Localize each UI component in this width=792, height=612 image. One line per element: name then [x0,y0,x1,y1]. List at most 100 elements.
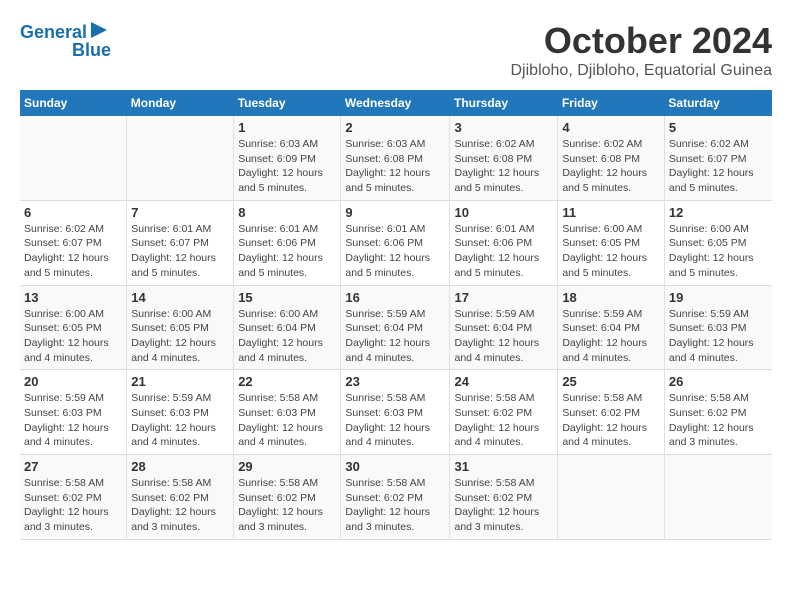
calendar-week-row: 27Sunrise: 5:58 AM Sunset: 6:02 PM Dayli… [20,455,772,540]
day-number: 14 [131,290,229,305]
day-number: 26 [669,374,768,389]
day-number: 10 [454,205,553,220]
day-info: Sunrise: 5:58 AM Sunset: 6:03 PM Dayligh… [345,391,445,450]
calendar-cell [20,116,127,200]
weekday-header: Thursday [450,90,558,116]
day-info: Sunrise: 6:00 AM Sunset: 6:04 PM Dayligh… [238,307,336,366]
day-number: 22 [238,374,336,389]
day-number: 28 [131,459,229,474]
day-number: 17 [454,290,553,305]
calendar-table: SundayMondayTuesdayWednesdayThursdayFrid… [20,90,772,540]
day-number: 6 [24,205,122,220]
day-info: Sunrise: 6:02 AM Sunset: 6:08 PM Dayligh… [562,137,660,196]
day-number: 30 [345,459,445,474]
day-info: Sunrise: 5:59 AM Sunset: 6:04 PM Dayligh… [454,307,553,366]
calendar-cell: 8 Sunrise: 6:01 AM Sunset: 6:06 PM Daylig… [234,200,341,285]
calendar-cell: 3 Sunrise: 6:02 AM Sunset: 6:08 PM Daylig… [450,116,558,200]
day-number: 1 [238,120,336,135]
weekday-header: Monday [127,90,234,116]
day-number: 25 [562,374,660,389]
day-number: 18 [562,290,660,305]
calendar-cell: 7 Sunrise: 6:01 AM Sunset: 6:07 PM Daylig… [127,200,234,285]
day-number: 31 [454,459,553,474]
page-title: October 2024 [511,20,773,62]
day-info: Sunrise: 5:58 AM Sunset: 6:02 PM Dayligh… [345,476,445,535]
day-number: 4 [562,120,660,135]
day-info: Sunrise: 6:01 AM Sunset: 6:06 PM Dayligh… [454,222,553,281]
day-number: 12 [669,205,768,220]
calendar-cell [127,116,234,200]
day-info: Sunrise: 6:02 AM Sunset: 6:07 PM Dayligh… [669,137,768,196]
day-info: Sunrise: 5:59 AM Sunset: 6:04 PM Dayligh… [562,307,660,366]
calendar-cell: 1 Sunrise: 6:03 AM Sunset: 6:09 PM Daylig… [234,116,341,200]
day-number: 21 [131,374,229,389]
calendar-cell: 27Sunrise: 5:58 AM Sunset: 6:02 PM Dayli… [20,455,127,540]
title-block: October 2024 Djibloho, Djibloho, Equator… [511,20,773,80]
calendar-cell: 26 Sunrise: 5:58 AM Sunset: 6:02 PM Dayli… [664,370,772,455]
day-info: Sunrise: 5:58 AM Sunset: 6:03 PM Dayligh… [238,391,336,450]
day-number: 13 [24,290,122,305]
day-number: 3 [454,120,553,135]
day-info: Sunrise: 5:58 AM Sunset: 6:02 PM Dayligh… [238,476,336,535]
day-info: Sunrise: 6:00 AM Sunset: 6:05 PM Dayligh… [562,222,660,281]
calendar-cell [664,455,772,540]
calendar-cell: 14 Sunrise: 6:00 AM Sunset: 6:05 PM Dayli… [127,285,234,370]
day-info: Sunrise: 6:02 AM Sunset: 6:07 PM Dayligh… [24,222,122,281]
day-info: Sunrise: 6:00 AM Sunset: 6:05 PM Dayligh… [131,307,229,366]
day-info: Sunrise: 6:03 AM Sunset: 6:08 PM Dayligh… [345,137,445,196]
day-info: Sunrise: 6:01 AM Sunset: 6:07 PM Dayligh… [131,222,229,281]
calendar-cell: 20Sunrise: 5:59 AM Sunset: 6:03 PM Dayli… [20,370,127,455]
day-info: Sunrise: 5:58 AM Sunset: 6:02 PM Dayligh… [669,391,768,450]
calendar-week-row: 13 Sunrise: 6:00 AM Sunset: 6:05 PM Dayli… [20,285,772,370]
day-info: Sunrise: 5:58 AM Sunset: 6:02 PM Dayligh… [24,476,122,535]
day-info: Sunrise: 6:03 AM Sunset: 6:09 PM Dayligh… [238,137,336,196]
day-info: Sunrise: 6:01 AM Sunset: 6:06 PM Dayligh… [238,222,336,281]
day-info: Sunrise: 5:58 AM Sunset: 6:02 PM Dayligh… [454,476,553,535]
day-number: 20 [24,374,122,389]
day-number: 8 [238,205,336,220]
calendar-cell [558,455,665,540]
weekday-header: Friday [558,90,665,116]
day-number: 16 [345,290,445,305]
day-number: 7 [131,205,229,220]
logo-arrow-icon [91,20,111,40]
calendar-cell: 25 Sunrise: 5:58 AM Sunset: 6:02 PM Dayli… [558,370,665,455]
day-info: Sunrise: 6:02 AM Sunset: 6:08 PM Dayligh… [454,137,553,196]
day-number: 15 [238,290,336,305]
weekday-header: Tuesday [234,90,341,116]
weekday-header: Saturday [664,90,772,116]
day-info: Sunrise: 6:01 AM Sunset: 6:06 PM Dayligh… [345,222,445,281]
day-number: 19 [669,290,768,305]
calendar-cell: 6 Sunrise: 6:02 AM Sunset: 6:07 PM Daylig… [20,200,127,285]
day-number: 2 [345,120,445,135]
logo: General Blue [20,20,111,61]
day-info: Sunrise: 5:58 AM Sunset: 6:02 PM Dayligh… [562,391,660,450]
weekday-header: Sunday [20,90,127,116]
calendar-cell: 13 Sunrise: 6:00 AM Sunset: 6:05 PM Dayli… [20,285,127,370]
calendar-cell: 23 Sunrise: 5:58 AM Sunset: 6:03 PM Dayli… [341,370,450,455]
calendar-cell: 2 Sunrise: 6:03 AM Sunset: 6:08 PM Daylig… [341,116,450,200]
calendar-cell: 10 Sunrise: 6:01 AM Sunset: 6:06 PM Dayli… [450,200,558,285]
day-number: 23 [345,374,445,389]
calendar-cell: 12 Sunrise: 6:00 AM Sunset: 6:05 PM Dayli… [664,200,772,285]
day-info: Sunrise: 6:00 AM Sunset: 6:05 PM Dayligh… [24,307,122,366]
calendar-week-row: 1 Sunrise: 6:03 AM Sunset: 6:09 PM Daylig… [20,116,772,200]
calendar-week-row: 20 Sunrise: 5:59 AM Sunset: 6:03 PM Dayli… [20,370,772,455]
calendar-header-row: SundayMondayTuesdayWednesdayThursdayFrid… [20,90,772,116]
page-subtitle: Djibloho, Djibloho, Equatorial Guinea [511,62,773,80]
day-info: Sunrise: 6:00 AM Sunset: 6:05 PM Dayligh… [669,222,768,281]
calendar-cell: 15 Sunrise: 6:00 AM Sunset: 6:04 PM Dayli… [234,285,341,370]
calendar-cell: 4 Sunrise: 6:02 AM Sunset: 6:08 PM Daylig… [558,116,665,200]
calendar-cell: 28Sunrise: 5:58 AM Sunset: 6:02 PM Dayli… [127,455,234,540]
calendar-cell: 9Sunrise: 6:01 AM Sunset: 6:06 PM Daylig… [341,200,450,285]
calendar-cell: 22 Sunrise: 5:58 AM Sunset: 6:03 PM Dayli… [234,370,341,455]
calendar-cell: 30 Sunrise: 5:58 AM Sunset: 6:02 PM Dayli… [341,455,450,540]
day-number: 24 [454,374,553,389]
calendar-cell: 5 Sunrise: 6:02 AM Sunset: 6:07 PM Daylig… [664,116,772,200]
day-number: 5 [669,120,768,135]
page-header: General Blue October 2024 Djibloho, Djib… [20,20,772,80]
day-info: Sunrise: 5:59 AM Sunset: 6:03 PM Dayligh… [131,391,229,450]
calendar-cell: 29Sunrise: 5:58 AM Sunset: 6:02 PM Dayli… [234,455,341,540]
calendar-cell: 11Sunrise: 6:00 AM Sunset: 6:05 PM Dayli… [558,200,665,285]
day-info: Sunrise: 5:58 AM Sunset: 6:02 PM Dayligh… [454,391,553,450]
